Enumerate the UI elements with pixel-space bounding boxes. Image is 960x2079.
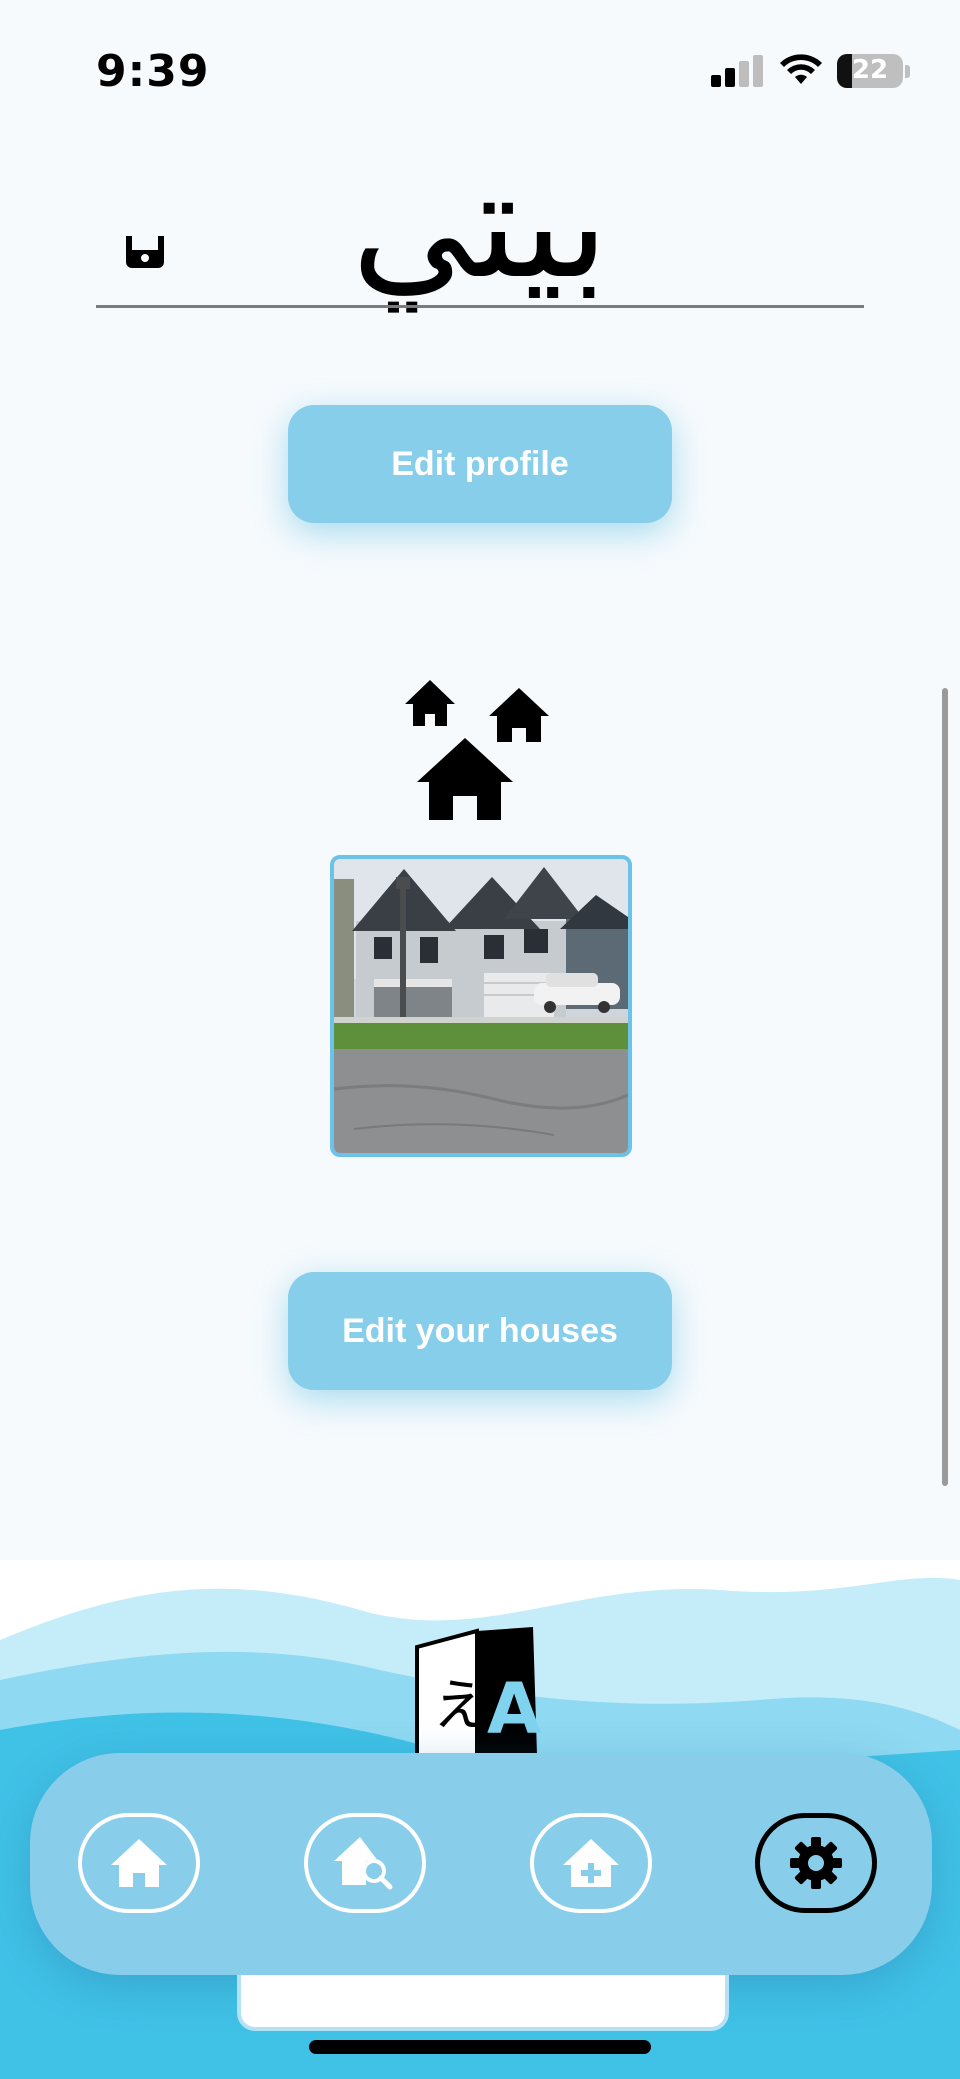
nav-search-button[interactable] (304, 1813, 426, 1913)
status-time: 9:39 (96, 46, 210, 97)
house-search-icon (334, 1837, 393, 1890)
profile-small-icon[interactable] (124, 236, 166, 268)
header-divider (96, 305, 864, 308)
svg-text:え: え (433, 1674, 489, 1739)
house-photo[interactable] (330, 855, 632, 1157)
gear-icon (790, 1837, 842, 1889)
nav-add-house-button[interactable] (530, 1813, 652, 1913)
svg-text:A: A (487, 1668, 541, 1750)
status-icons: 22 (711, 54, 910, 88)
battery-percent: 22 (851, 55, 889, 85)
house-photo-image (334, 859, 628, 1153)
edit-houses-button[interactable]: Edit your houses (288, 1272, 672, 1390)
edit-profile-button[interactable]: Edit profile (288, 405, 672, 523)
house-add-icon (563, 1839, 619, 1887)
bottom-nav-bar (30, 1753, 932, 1975)
language-translate-icon[interactable]: え A (405, 1625, 555, 1755)
battery-tip (905, 64, 910, 78)
scrollbar[interactable] (942, 688, 948, 1486)
nav-home-button[interactable] (78, 1813, 200, 1913)
app-logo: بيتي (0, 140, 960, 310)
status-bar: 9:39 22 (0, 0, 960, 150)
app-logo-text: بيتي (351, 138, 609, 312)
nav-settings-button[interactable] (755, 1813, 877, 1913)
houses-icon (405, 680, 549, 820)
battery-icon: 22 (837, 54, 903, 88)
home-icon (111, 1839, 167, 1887)
wifi-icon (780, 54, 822, 84)
cellular-signal-icon (711, 55, 763, 87)
home-indicator[interactable] (309, 2040, 651, 2054)
bottom-sheet-tab (237, 1975, 729, 2031)
